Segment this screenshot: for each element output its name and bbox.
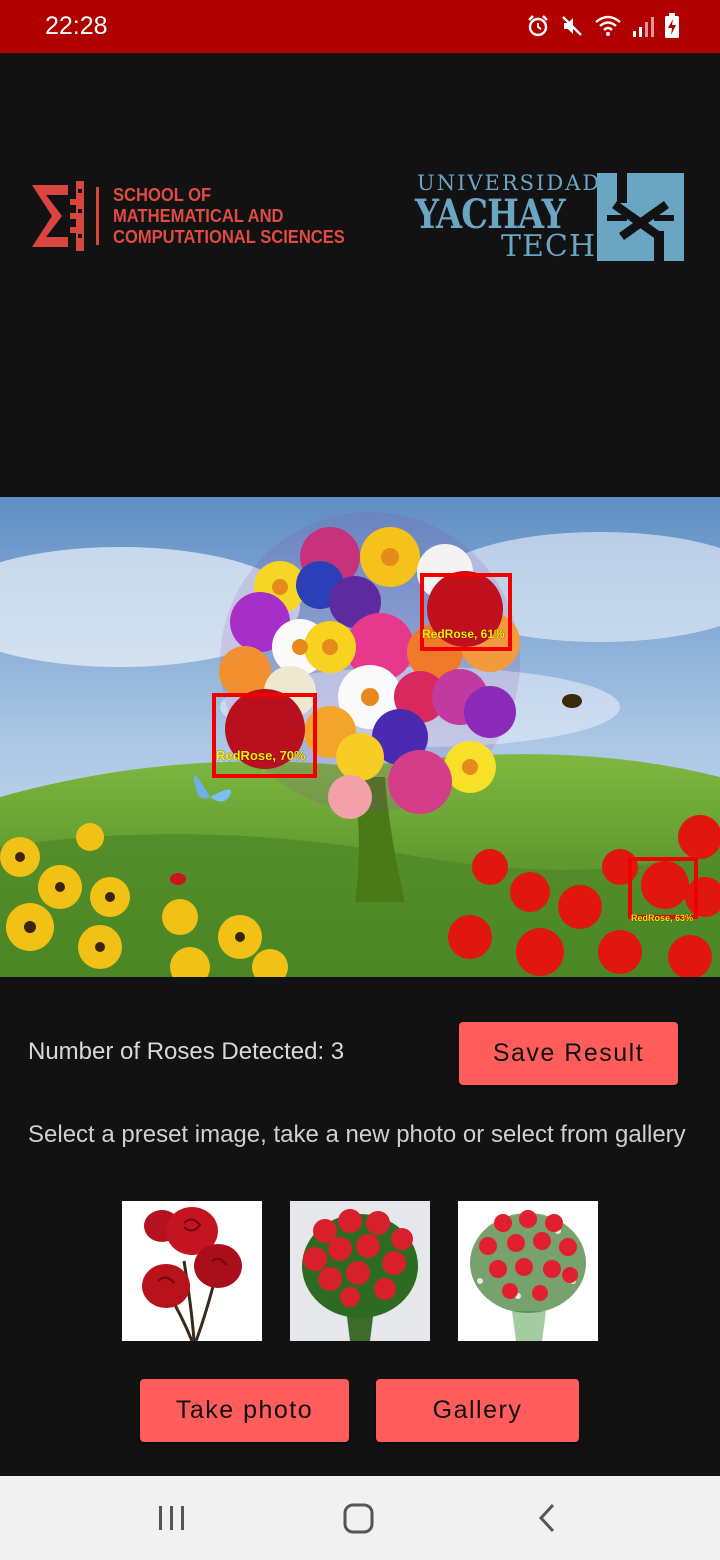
yachay-emblem-icon <box>597 173 684 261</box>
battery-charging-icon <box>665 13 679 38</box>
detection-label-1: RedRose, 61% <box>422 627 505 641</box>
recent-apps-icon[interactable] <box>156 1500 188 1536</box>
smcs-emblem-icon <box>32 181 84 251</box>
detection-label-2: RedRose, 70% <box>216 748 306 763</box>
app-content: SCHOOL OF MATHEMATICAL AND COMPUTATIONAL… <box>0 53 720 1476</box>
ladybug <box>170 873 186 885</box>
smcs-divider <box>96 187 99 245</box>
preset-image-1[interactable] <box>122 1201 262 1341</box>
signal-icon <box>633 17 654 37</box>
gallery-button[interactable]: Gallery <box>376 1379 579 1442</box>
rose-bouquet-dozen-thumbnail <box>290 1201 430 1341</box>
navigation-bar <box>0 1476 720 1560</box>
detection-box-2 <box>212 693 317 778</box>
save-result-button[interactable]: Save Result <box>459 1022 678 1085</box>
preset-image-2[interactable] <box>290 1201 430 1341</box>
flower-tree-scene <box>0 497 720 977</box>
mute-icon <box>562 16 582 36</box>
smcs-line-1: SCHOOL OF <box>113 185 212 205</box>
yachay-tech-logo: UNIVERSIDAD YACHAY TECH <box>415 171 690 264</box>
detection-label-3: RedRose, 63% <box>631 913 694 923</box>
smcs-text: SCHOOL OF MATHEMATICAL AND COMPUTATIONAL… <box>113 185 345 248</box>
home-icon[interactable] <box>341 1500 377 1536</box>
smcs-logo: SCHOOL OF MATHEMATICAL AND COMPUTATIONAL… <box>30 179 345 253</box>
preset-image-3[interactable] <box>458 1201 598 1341</box>
smcs-line-3: COMPUTATIONAL SCIENCES <box>113 227 345 247</box>
detection-box-3 <box>628 857 698 919</box>
smcs-line-2: MATHEMATICAL AND <box>113 206 284 226</box>
take-photo-button[interactable]: Take photo <box>140 1379 349 1442</box>
roses-detected-count: Number of Roses Detected: 3 <box>28 1038 345 1065</box>
detection-result-image: RedRose, 61% RedRose, 70% RedRose, 63% <box>0 497 720 977</box>
wifi-icon <box>595 15 621 36</box>
alarm-icon <box>528 15 548 37</box>
rose-bouquet-small-thumbnail <box>142 1207 242 1341</box>
status-bar: 22:28 <box>0 0 720 53</box>
yachay-tech-text: TECH <box>501 229 597 264</box>
status-icons <box>526 10 680 42</box>
rose-vase-thumbnail <box>470 1210 586 1341</box>
status-time: 22:28 <box>45 12 108 40</box>
bee <box>562 694 582 708</box>
instruction-text: Select a preset image, take a new photo … <box>28 1121 686 1148</box>
back-icon[interactable] <box>533 1500 561 1536</box>
